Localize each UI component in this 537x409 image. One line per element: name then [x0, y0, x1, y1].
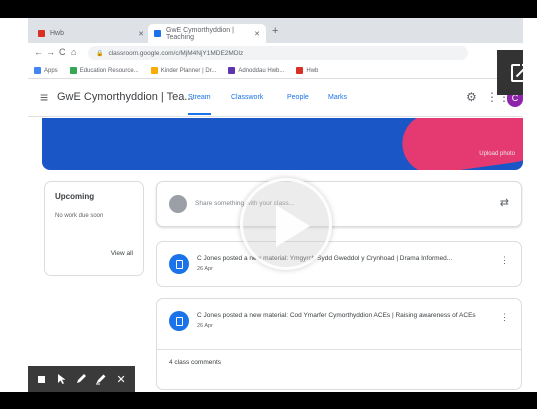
address-text: classroom.google.com/c/MjM4NjY1MDE2MDlz — [108, 49, 244, 57]
material-icon — [169, 254, 189, 274]
bookmark-icon — [69, 67, 77, 74]
reload-button[interactable]: C — [59, 47, 66, 57]
tab-close-icon[interactable]: ✕ — [254, 30, 260, 38]
class-comments-link[interactable]: 4 class comments — [169, 359, 221, 366]
new-tab-button[interactable]: + — [272, 25, 278, 37]
tab-label: GwE Cymorthyddion | Teaching — [166, 26, 234, 41]
apps-grid-icon — [34, 67, 41, 74]
browser-toolbar: ← → C ⌂ 🔒 classroom.google.com/c/MjM4NjY… — [28, 43, 523, 63]
post-date: 26 Apr — [197, 323, 213, 329]
tab-close-icon[interactable]: ✕ — [138, 30, 144, 38]
upload-photo-link[interactable]: Upload photo — [479, 151, 515, 157]
post-date: 26 Apr — [197, 266, 213, 272]
annotation-toolbar: ✕ — [28, 366, 135, 392]
bookmark-icon — [228, 67, 236, 74]
bookmark-icon — [150, 67, 158, 74]
highlighter-icon[interactable] — [93, 371, 109, 387]
pen-icon[interactable] — [73, 371, 89, 387]
post-title[interactable]: C Jones posted a new material: Ymgyrch S… — [197, 255, 497, 262]
bookmark-hwb[interactable]: Hwb — [296, 67, 318, 74]
lock-icon: 🔒 — [96, 50, 104, 57]
stream-post[interactable]: C Jones posted a new material: Cod Ymarf… — [156, 298, 522, 390]
post-title[interactable]: C Jones posted a new material: Cod Ymarf… — [197, 312, 497, 319]
play-button[interactable] — [240, 178, 332, 270]
bookmark-adnoddau[interactable]: Adnoddau Hwb... — [228, 67, 284, 74]
bookmarks-bar: Apps Education Resource... Kinder Planne… — [28, 63, 523, 79]
tab-stream[interactable]: Stream — [188, 94, 211, 115]
class-banner: Upload photo — [42, 118, 523, 170]
material-icon — [169, 311, 189, 331]
tab-classwork[interactable]: Classwork — [231, 94, 263, 101]
bookmark-label: Hwb — [306, 67, 319, 74]
divider — [157, 349, 521, 350]
video-frame[interactable]: Hwb ✕ GwE Cymorthyddion | Teaching ✕ + ←… — [28, 18, 523, 392]
upcoming-card: Upcoming No work due soon View all — [44, 181, 144, 276]
browser-tab-classroom[interactable]: GwE Cymorthyddion | Teaching ✕ — [148, 24, 266, 43]
class-title[interactable]: GwE Cymorthyddion | Tea... — [57, 91, 194, 103]
bookmark-label: Education Resource... — [79, 67, 139, 74]
forward-button[interactable]: → — [46, 47, 55, 57]
settings-gear-icon[interactable]: ⚙ — [466, 90, 477, 104]
bookmark-apps[interactable]: Apps — [34, 67, 58, 74]
upcoming-heading: Upcoming — [55, 192, 95, 201]
open-in-new-button[interactable] — [497, 50, 523, 95]
back-button[interactable]: ← — [34, 47, 43, 57]
tab-marks[interactable]: Marks — [328, 94, 347, 101]
bookmark-education[interactable]: Education Resource... — [69, 67, 139, 74]
close-icon[interactable]: ✕ — [113, 371, 129, 387]
bookmark-label: Adnoddau Hwb... — [238, 67, 285, 74]
letterbox-top — [0, 0, 537, 18]
more-vert-icon[interactable]: ⋮ — [500, 255, 509, 266]
home-button[interactable]: ⌂ — [71, 47, 76, 57]
play-icon — [276, 205, 310, 247]
bookmark-label: Kinder Planner | Dr... — [160, 67, 217, 74]
pointer-icon[interactable] — [54, 371, 70, 387]
tab-label: Hwb — [50, 30, 65, 37]
bookmark-icon — [296, 67, 304, 74]
stream-post[interactable]: C Jones posted a new material: Ymgyrch S… — [156, 241, 522, 287]
upcoming-status: No work due soon — [55, 213, 104, 219]
more-vert-icon[interactable]: ⋮ — [500, 312, 509, 323]
view-all-link[interactable]: View all — [111, 250, 133, 257]
stop-icon[interactable] — [34, 371, 50, 387]
menu-icon[interactable]: ≡ — [40, 89, 48, 105]
browser-tab-hwb[interactable]: Hwb ✕ — [32, 24, 150, 43]
user-avatar-icon — [169, 195, 187, 213]
bookmark-kinder[interactable]: Kinder Planner | Dr... — [150, 67, 217, 74]
hwb-favicon-icon — [38, 30, 45, 37]
classroom-favicon-icon — [154, 30, 161, 37]
repost-icon[interactable]: ⇄ — [500, 196, 509, 209]
bookmark-label: Apps — [44, 67, 58, 74]
share-box[interactable]: Share something with your class... ⇄ — [156, 181, 522, 227]
banner-illustration — [398, 118, 523, 170]
browser-tabstrip: Hwb ✕ GwE Cymorthyddion | Teaching ✕ + — [28, 18, 523, 43]
classroom-header: ≡ GwE Cymorthyddion | Tea... Stream Clas… — [28, 79, 523, 117]
letterbox-bottom — [0, 392, 537, 409]
address-bar[interactable]: 🔒 classroom.google.com/c/MjM4NjY1MDE2MDl… — [88, 46, 468, 60]
open-in-new-icon — [510, 63, 523, 82]
tab-people[interactable]: People — [287, 94, 309, 101]
